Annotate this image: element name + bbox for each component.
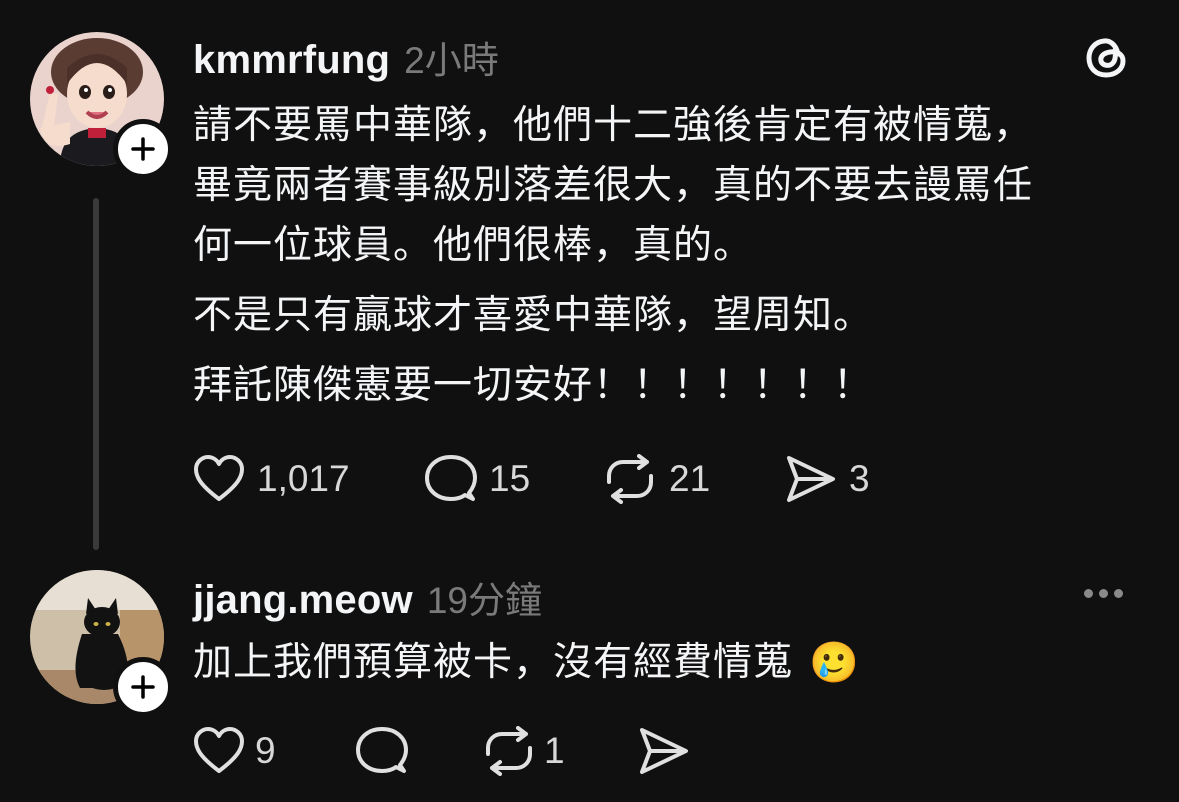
thread-line bbox=[93, 198, 99, 550]
follow-button[interactable] bbox=[113, 119, 173, 179]
heart-icon bbox=[194, 727, 244, 773]
more-options-icon[interactable] bbox=[1081, 585, 1126, 603]
repost-count: 1 bbox=[544, 730, 565, 771]
repost-count: 21 bbox=[669, 458, 711, 499]
post-body: 加上我們預算被卡，沒有經費情蒐 🥲 bbox=[193, 633, 859, 693]
post-header: kmmrfung 2小時 bbox=[193, 30, 499, 84]
like-count: 1,017 bbox=[257, 458, 350, 499]
post-paragraph: 請不要罵中華隊，他們十二強後肯定有被情蒐， bbox=[193, 104, 1034, 147]
timestamp: 19分鐘 bbox=[426, 580, 542, 621]
share-button[interactable]: 3 bbox=[785, 454, 870, 504]
repost-button[interactable]: 1 bbox=[482, 726, 565, 776]
follow-button[interactable] bbox=[113, 657, 173, 717]
repost-button[interactable]: 21 bbox=[603, 454, 710, 504]
share-count: 3 bbox=[849, 458, 870, 499]
comment-icon bbox=[356, 727, 408, 773]
like-count: 9 bbox=[255, 730, 276, 771]
like-button[interactable]: 1,017 bbox=[193, 454, 350, 504]
repost-icon bbox=[486, 726, 532, 776]
reply-button[interactable]: 15 bbox=[425, 454, 530, 504]
like-button[interactable]: 9 bbox=[193, 726, 276, 776]
plus-icon bbox=[131, 675, 155, 699]
reply-count: 15 bbox=[489, 458, 531, 499]
timestamp: 2小時 bbox=[404, 40, 499, 81]
post-body: 請不要罵中華隊，他們十二強後肯定有被情蒐， 畢竟兩者賽事級別落差很大，真的不要去… bbox=[193, 96, 1033, 416]
threads-logo-icon[interactable] bbox=[1082, 32, 1132, 87]
share-button[interactable] bbox=[638, 726, 690, 776]
send-icon bbox=[640, 728, 688, 774]
send-icon bbox=[787, 456, 835, 502]
username[interactable]: jjang.meow bbox=[193, 578, 413, 623]
repost-icon bbox=[607, 454, 653, 504]
plus-icon bbox=[131, 137, 155, 161]
crying-face-emoji-icon: 🥲 bbox=[809, 641, 859, 685]
username[interactable]: kmmrfung bbox=[193, 38, 390, 83]
heart-icon bbox=[194, 455, 244, 501]
post-paragraph: 不是只有贏球才喜愛中華隊，望周知。 bbox=[193, 294, 874, 337]
comment-icon bbox=[425, 455, 477, 501]
post-paragraph: 何一位球員。他們很棒，真的。 bbox=[193, 224, 754, 267]
post-paragraph: 畢竟兩者賽事級別落差很大，真的不要去謾罵任 bbox=[193, 164, 1034, 207]
reply-button[interactable] bbox=[356, 726, 408, 776]
post-text: 加上我們預算被卡，沒有經費情蒐 bbox=[193, 641, 794, 684]
post-paragraph: 拜託陳傑憲要一切安好！！！！！！！ bbox=[193, 364, 874, 407]
post-header: jjang.meow 19分鐘 bbox=[193, 570, 542, 624]
